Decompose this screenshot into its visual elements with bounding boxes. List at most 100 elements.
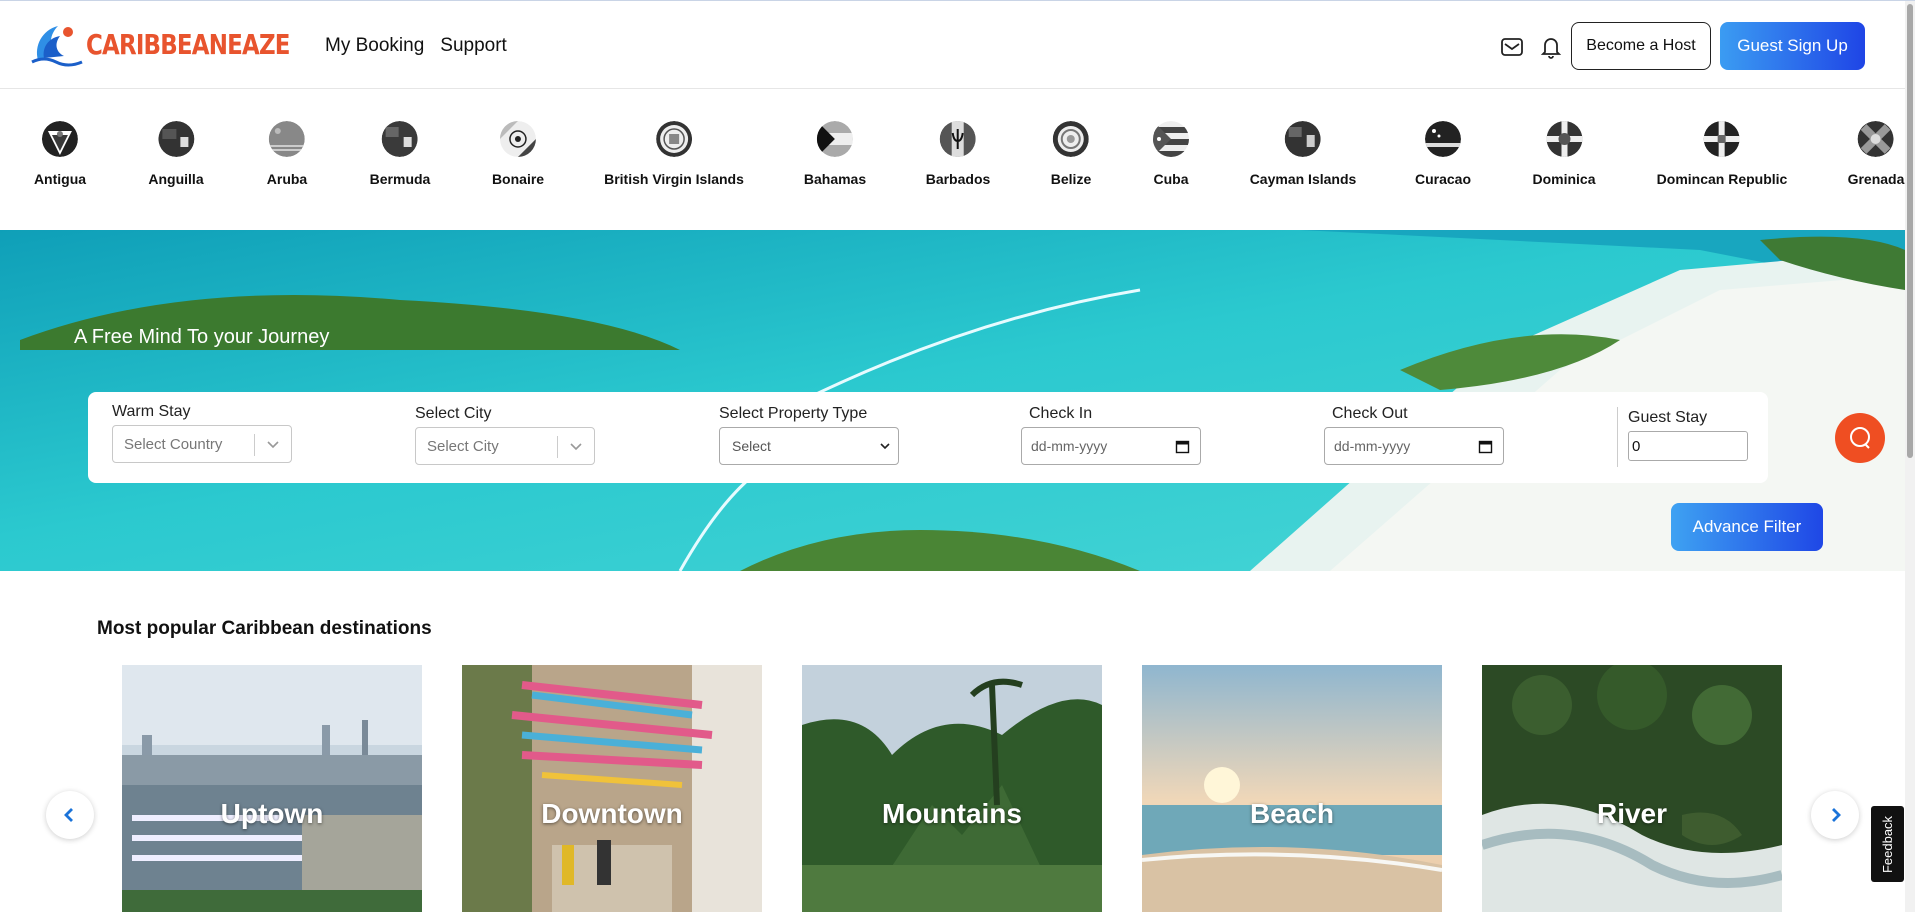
country-grenada[interactable]: Grenada: [1848, 121, 1904, 187]
city-select-placeholder: Select City: [427, 437, 499, 455]
country-antigua[interactable]: Antigua: [34, 121, 86, 187]
destination-label: Beach: [1249, 798, 1335, 829]
country-label: Anguilla: [148, 171, 204, 187]
destination-card-river[interactable]: River: [1482, 665, 1782, 912]
country-belize[interactable]: Belize: [1051, 121, 1091, 187]
country-label: Cayman Islands: [1249, 171, 1357, 187]
dominican-republic-flag-icon: [1704, 121, 1740, 157]
bell-icon[interactable]: [1538, 34, 1564, 60]
nav-my-booking[interactable]: My Booking: [325, 35, 424, 57]
country-select[interactable]: Select Country: [112, 425, 292, 463]
mail-icon[interactable]: [1499, 34, 1525, 60]
select-separator: [254, 434, 255, 456]
beach-image: [1142, 665, 1442, 912]
check-out-label: Check Out: [1332, 405, 1408, 422]
destination-card-mountains[interactable]: Mountains: [802, 665, 1102, 912]
cuba-flag-icon: [1153, 121, 1189, 157]
wave-logo-icon: [31, 26, 83, 67]
country-dominica[interactable]: Dominica: [1532, 121, 1596, 187]
country-strip: Antigua Anguilla Aruba Bermuda Bonaire B…: [0, 90, 1905, 230]
destination-card-beach[interactable]: Beach: [1142, 665, 1442, 912]
property-type-field: Select Property Type Select: [719, 405, 899, 465]
search-chat-button[interactable]: [1835, 413, 1885, 463]
destination-label: Uptown: [220, 798, 324, 829]
downtown-image: [462, 665, 762, 912]
nav-support[interactable]: Support: [440, 35, 507, 57]
country-label: Belize: [1050, 171, 1092, 187]
country-label: British Virgin Islands: [604, 171, 744, 187]
bonaire-flag-icon: [500, 121, 536, 157]
barbados-flag-icon: [939, 121, 976, 157]
check-out-input[interactable]: dd-mm-yyyy: [1324, 427, 1504, 465]
country-barbados[interactable]: Barbados: [925, 121, 991, 187]
city-select[interactable]: Select City: [415, 427, 595, 465]
main-nav: My Booking Support: [325, 35, 507, 57]
warm-stay-field: Warm Stay Select Country: [112, 403, 292, 463]
guest-stay-label: Guest Stay: [1628, 409, 1708, 426]
check-in-field: Check In dd-mm-yyyy: [1021, 405, 1201, 465]
country-bvi[interactable]: British Virgin Islands: [604, 121, 744, 187]
search-chat-icon: [1850, 427, 1870, 449]
country-label: Barbados: [925, 171, 991, 187]
brand-name: CARIBBEANEAZE: [86, 27, 290, 61]
guest-stay-field: Guest Stay 0: [1628, 409, 1748, 461]
popular-destinations-title: Most popular Caribbean destinations: [97, 618, 432, 639]
country-label: Aruba: [266, 171, 308, 187]
country-label: Curacao: [1414, 171, 1472, 187]
advance-filter-button[interactable]: Advance Filter: [1671, 503, 1823, 551]
calendar-icon[interactable]: [1175, 439, 1190, 454]
country-cayman[interactable]: Cayman Islands: [1249, 121, 1357, 187]
chevron-left-icon: [64, 808, 73, 822]
country-select-placeholder: Select Country: [124, 435, 223, 453]
destination-card-uptown[interactable]: Uptown: [122, 665, 422, 912]
country-dominican-republic[interactable]: Domincan Republic: [1656, 121, 1788, 187]
aruba-flag-icon: [268, 121, 305, 157]
select-separator: [557, 436, 558, 458]
country-anguilla[interactable]: Anguilla: [148, 121, 204, 187]
city-label: Select City: [415, 405, 492, 422]
brand-logo[interactable]: CARIBBEANEAZE: [30, 19, 334, 69]
feedback-tab[interactable]: Feedback: [1871, 806, 1904, 882]
search-panel: Warm Stay Select Country Select City Sel…: [88, 392, 1768, 483]
property-type-select[interactable]: Select: [719, 427, 899, 465]
feedback-label: Feedback: [1880, 815, 1895, 873]
destination-label: River: [1596, 798, 1668, 829]
cayman-flag-icon: [1284, 121, 1321, 157]
property-type-value: Select: [732, 438, 771, 454]
destination-label: Mountains: [882, 798, 1022, 829]
country-aruba[interactable]: Aruba: [267, 121, 307, 187]
site-header: CARIBBEANEAZE My Booking Support Become …: [0, 1, 1905, 89]
become-host-button[interactable]: Become a Host: [1571, 22, 1711, 70]
country-bermuda[interactable]: Bermuda: [369, 121, 431, 187]
warm-stay-label: Warm Stay: [112, 403, 191, 420]
grenada-flag-icon: [1858, 121, 1894, 157]
belize-flag-icon: [1053, 121, 1089, 157]
country-bahamas[interactable]: Bahamas: [804, 121, 866, 187]
country-cuba[interactable]: Cuba: [1153, 121, 1189, 187]
city-field: Select City Select City: [415, 405, 595, 465]
bvi-flag-icon: [656, 121, 692, 157]
country-label: Bermuda: [369, 171, 431, 187]
country-label: Cuba: [1153, 171, 1189, 187]
check-in-input[interactable]: dd-mm-yyyy: [1021, 427, 1201, 465]
carousel-prev-button[interactable]: [46, 791, 94, 839]
calendar-icon[interactable]: [1478, 439, 1493, 454]
antigua-flag-icon: [41, 121, 78, 157]
destination-card-downtown[interactable]: Downtown: [462, 665, 762, 912]
carousel-next-button[interactable]: [1811, 791, 1859, 839]
country-label: Domincan Republic: [1656, 171, 1788, 187]
country-curacao[interactable]: Curacao: [1415, 121, 1471, 187]
guest-signup-button[interactable]: Guest Sign Up: [1720, 22, 1865, 70]
hero-tagline: A Free Mind To your Journey: [74, 326, 330, 348]
bahamas-flag-icon: [816, 121, 853, 157]
chevron-right-icon: [1832, 808, 1841, 822]
guest-count-input[interactable]: 0: [1628, 431, 1748, 461]
scrollbar-thumb[interactable]: [1907, 4, 1913, 458]
chevron-down-icon: [267, 441, 279, 449]
dominica-flag-icon: [1545, 121, 1582, 157]
bermuda-flag-icon: [382, 121, 418, 157]
country-label: Bonaire: [491, 171, 545, 187]
country-bonaire[interactable]: Bonaire: [492, 121, 544, 187]
hero-banner: A Free Mind To your Journey Warm Stay Se…: [0, 230, 1905, 571]
country-label: Antigua: [33, 171, 87, 187]
